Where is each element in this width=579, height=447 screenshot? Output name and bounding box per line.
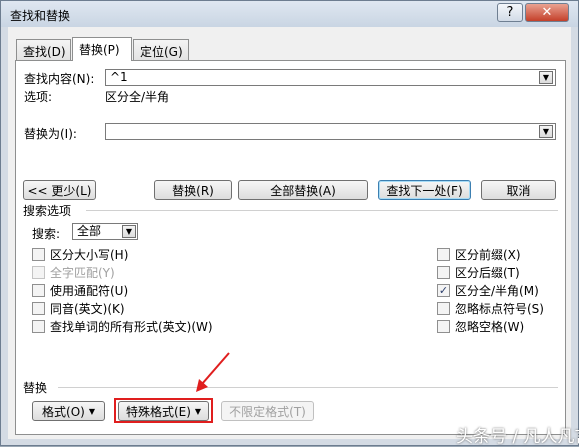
match-suffix-checkbox[interactable]: 区分后缀(T) xyxy=(437,264,520,280)
title-bar[interactable]: 查找和替换 ? ✕ xyxy=(1,1,578,27)
replace-section-divider xyxy=(58,387,558,388)
replace-all-button[interactable]: 全部替换(A) xyxy=(238,180,368,200)
chevron-down-icon: ▼ xyxy=(542,73,550,82)
match-width-checkbox[interactable]: ✓ 区分全/半角(M) xyxy=(437,282,539,298)
find-replace-dialog: 查找和替换 ? ✕ 查找(D) 替换(P) 定位(G) 查找内容(N): ^1 … xyxy=(0,0,579,447)
find-input[interactable]: ^1 xyxy=(105,69,556,86)
tab-goto[interactable]: 定位(G) xyxy=(133,39,189,60)
checkbox-label: 查找单词的所有形式(英文)(W) xyxy=(50,319,213,334)
format-button[interactable]: 格式(O) ▼ xyxy=(32,401,105,421)
format-button-label: 格式(O) xyxy=(42,404,85,419)
sounds-like-checkbox[interactable]: 同音(英文)(K) xyxy=(32,300,125,316)
help-button[interactable]: ? xyxy=(497,3,523,22)
checkbox-box xyxy=(32,301,45,315)
checkbox-label: 区分全/半角(M) xyxy=(455,283,539,298)
search-options-divider xyxy=(86,210,558,211)
checkbox-label: 区分前缀(X) xyxy=(455,247,521,262)
match-prefix-checkbox[interactable]: 区分前缀(X) xyxy=(437,246,521,262)
search-options-header: 搜索选项 xyxy=(23,204,72,218)
checkbox-box: ✓ xyxy=(437,283,450,297)
replace-dropdown-button[interactable]: ▼ xyxy=(539,125,553,138)
close-button[interactable]: ✕ xyxy=(525,3,569,22)
replace-input[interactable] xyxy=(105,123,556,140)
checkbox-box xyxy=(32,283,45,297)
window-title: 查找和替换 xyxy=(10,9,71,23)
search-direction-label: 搜索: xyxy=(32,227,61,241)
tab-find[interactable]: 查找(D) xyxy=(16,39,71,60)
all-word-forms-checkbox[interactable]: 查找单词的所有形式(英文)(W) xyxy=(32,318,213,334)
find-dropdown-button[interactable]: ▼ xyxy=(539,71,553,84)
checkbox-box xyxy=(32,265,45,279)
checkbox-label: 忽略空格(W) xyxy=(455,319,525,334)
watermark-text: 头条号 / 凡人凡言 xyxy=(456,427,579,447)
options-value: 区分全/半角 xyxy=(105,90,170,104)
checkbox-box xyxy=(32,319,45,333)
close-icon: ✕ xyxy=(541,5,553,20)
checkbox-label: 全字匹配(Y) xyxy=(50,265,115,280)
match-case-checkbox[interactable]: 区分大小写(H) xyxy=(32,246,128,262)
replace-panel: 查找内容(N): ^1 ▼ 选项: 区分全/半角 替换为(I): ▼ << 更少… xyxy=(15,60,566,435)
whole-word-checkbox: 全字匹配(Y) xyxy=(32,264,115,280)
checkbox-box xyxy=(437,265,450,279)
checkbox-label: 区分大小写(H) xyxy=(50,247,129,262)
options-label: 选项: xyxy=(24,90,53,104)
find-next-button[interactable]: 查找下一处(F) xyxy=(378,180,471,200)
find-label: 查找内容(N): xyxy=(24,72,95,86)
replace-section-header: 替换 xyxy=(23,381,48,395)
search-direction-value: 全部 xyxy=(77,224,102,238)
chevron-down-icon: ▼ xyxy=(542,127,550,136)
special-format-button-label: 特殊格式(E) xyxy=(125,404,191,419)
check-icon: ✓ xyxy=(438,283,449,297)
checkbox-box xyxy=(437,301,450,315)
tab-replace[interactable]: 替换(P) xyxy=(72,37,132,61)
less-button[interactable]: << 更少(L) xyxy=(23,180,96,200)
chevron-down-icon: ▼ xyxy=(125,227,133,236)
checkbox-label: 同音(英文)(K) xyxy=(50,301,125,316)
replace-label: 替换为(I): xyxy=(24,127,77,141)
checkbox-box xyxy=(32,247,45,261)
checkbox-box xyxy=(437,247,450,261)
caret-down-icon: ▼ xyxy=(194,406,202,416)
find-input-value: ^1 xyxy=(110,70,128,84)
checkbox-label: 忽略标点符号(S) xyxy=(455,301,544,316)
annotation-arrow xyxy=(196,352,230,392)
cancel-button[interactable]: 取消 xyxy=(481,180,556,200)
wildcards-checkbox[interactable]: 使用通配符(U) xyxy=(32,282,128,298)
ignore-punctuation-checkbox[interactable]: 忽略标点符号(S) xyxy=(437,300,544,316)
ignore-whitespace-checkbox[interactable]: 忽略空格(W) xyxy=(437,318,524,334)
caret-down-icon: ▼ xyxy=(88,406,95,416)
replace-button[interactable]: 替换(R) xyxy=(154,180,232,200)
checkbox-label: 使用通配符(U) xyxy=(50,283,129,298)
search-direction-dropdown[interactable]: ▼ xyxy=(122,225,136,238)
no-formatting-button: 不限定格式(T) xyxy=(221,401,314,421)
special-format-button[interactable]: 特殊格式(E) ▼ xyxy=(118,401,209,421)
checkbox-label: 区分后缀(T) xyxy=(455,265,520,280)
checkbox-box xyxy=(437,319,450,333)
